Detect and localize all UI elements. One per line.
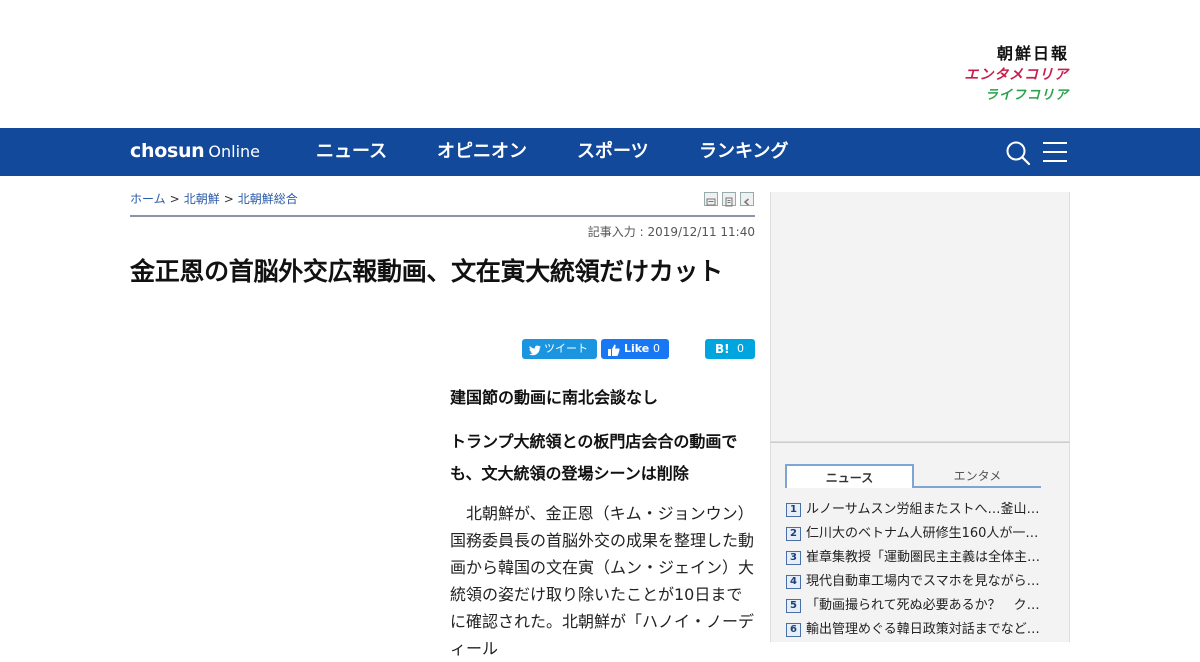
ranking-item[interactable]: 5 「動画撮られて死ぬ必要あるか？ ク… [786, 594, 1046, 618]
ranking-item[interactable]: 3 崔章集教授「運動圏民主主義は全体主… [786, 546, 1046, 570]
rank-badge: 5 [786, 599, 801, 613]
ad-slot [770, 192, 1070, 442]
rank-badge: 4 [786, 575, 801, 589]
nav-item-opinion[interactable]: オピニオン [437, 128, 527, 176]
breadcrumb-separator: > [169, 192, 180, 206]
rank-badge: 6 [786, 623, 801, 637]
search-icon[interactable] [1005, 140, 1031, 166]
like-count: 0 [653, 342, 660, 355]
rank-badge: 1 [786, 503, 801, 517]
chosun-online-logo[interactable]: chosun Online [130, 140, 260, 163]
rank-badge: 3 [786, 551, 801, 565]
nav-item-ranking[interactable]: ランキング [699, 128, 788, 176]
tweet-button[interactable]: ツイート [522, 339, 597, 359]
ranking-title: 仁川大のベトナム人研修生160人が一… [806, 526, 1039, 541]
back-arrow-icon[interactable] [740, 192, 754, 206]
partner-brands: 朝鮮日報 エンタメコリア ライフコリア [964, 44, 1069, 106]
breadcrumb-separator: > [223, 192, 234, 206]
main-nav: chosun Online ニュース オピニオン スポーツ ランキング [0, 128, 1200, 176]
ranking-title: 「動画撮られて死ぬ必要あるか？ ク… [806, 598, 1040, 613]
life-korea-logo[interactable]: ライフコリア [964, 86, 1069, 106]
breadcrumb-north-korea-general[interactable]: 北朝鮮総合 [238, 192, 298, 206]
top-header: 朝鮮日報 エンタメコリア ライフコリア [0, 0, 1200, 128]
breadcrumb-north-korea[interactable]: 北朝鮮 [184, 192, 220, 206]
logo-bold-text: chosun [130, 140, 205, 162]
article-subhead: 建国節の動画に南北会談なし [450, 388, 659, 407]
hatena-bookmark-button[interactable]: B! 0 [705, 339, 755, 359]
facebook-like-button[interactable]: Like 0 [601, 339, 669, 359]
ranking-item[interactable]: 1 ルノーサムスン労組またストへ…釜山… [786, 498, 1046, 522]
print-icon[interactable] [704, 192, 718, 206]
rank-badge: 2 [786, 527, 801, 541]
ranking-item[interactable]: 6 輸出管理めぐる韓日政策対話までなど… [786, 618, 1046, 642]
nav-item-sports[interactable]: スポーツ [577, 128, 649, 176]
thumbs-up-icon [608, 343, 620, 363]
entame-korea-logo[interactable]: エンタメコリア [964, 64, 1069, 86]
article-headline: 金正恩の首脳外交広報動画、文在寅大統領だけカット [130, 257, 723, 286]
tab-news[interactable]: ニュース [785, 464, 914, 488]
ranking-item[interactable]: 2 仁川大のベトナム人研修生160人が一… [786, 522, 1046, 546]
nav-item-news[interactable]: ニュース [316, 128, 387, 176]
breadcrumb: ホーム > 北朝鮮 > 北朝鮮総合 [130, 190, 298, 207]
chosun-nippo-logo[interactable]: 朝鮮日報 [964, 44, 1069, 64]
like-label: Like [624, 342, 650, 355]
ranking-item[interactable]: 4 現代自動車工場内でスマホを見ながら… [786, 570, 1046, 594]
tweet-label: ツイート [544, 342, 588, 355]
logo-light-text: Online [208, 142, 261, 161]
breadcrumb-home[interactable]: ホーム [130, 192, 166, 206]
article-body: 北朝鮮が、金正恩（キム・ジョンウン）国務委員長の首脳外交の成果を整理した動画から… [450, 504, 755, 658]
hamburger-menu-icon[interactable] [1043, 141, 1067, 163]
twitter-bird-icon [529, 343, 541, 363]
article-subhead: トランプ大統領との板門店会合の動画でも、文大統領の登場シーンは削除 [450, 432, 738, 483]
article-timestamp: 記事入力 : 2019/12/11 11:40 [587, 225, 755, 239]
hatena-count: 0 [737, 342, 744, 355]
ranking-title: 現代自動車工場内でスマホを見ながら… [806, 574, 1040, 589]
text-size-icon[interactable] [722, 192, 736, 207]
hatena-bookmark-icon: B! [715, 342, 730, 356]
ranking-list: 1 ルノーサムスン労組またストへ…釜山… 2 仁川大のベトナム人研修生160人が一…… [786, 498, 1046, 642]
header-divider [130, 215, 755, 217]
ranking-title: 崔章集教授「運動圏民主主義は全体主… [806, 550, 1041, 565]
ranking-title: ルノーサムスン労組またストへ…釜山… [806, 502, 1040, 517]
tab-entame[interactable]: エンタメ [914, 464, 1041, 488]
